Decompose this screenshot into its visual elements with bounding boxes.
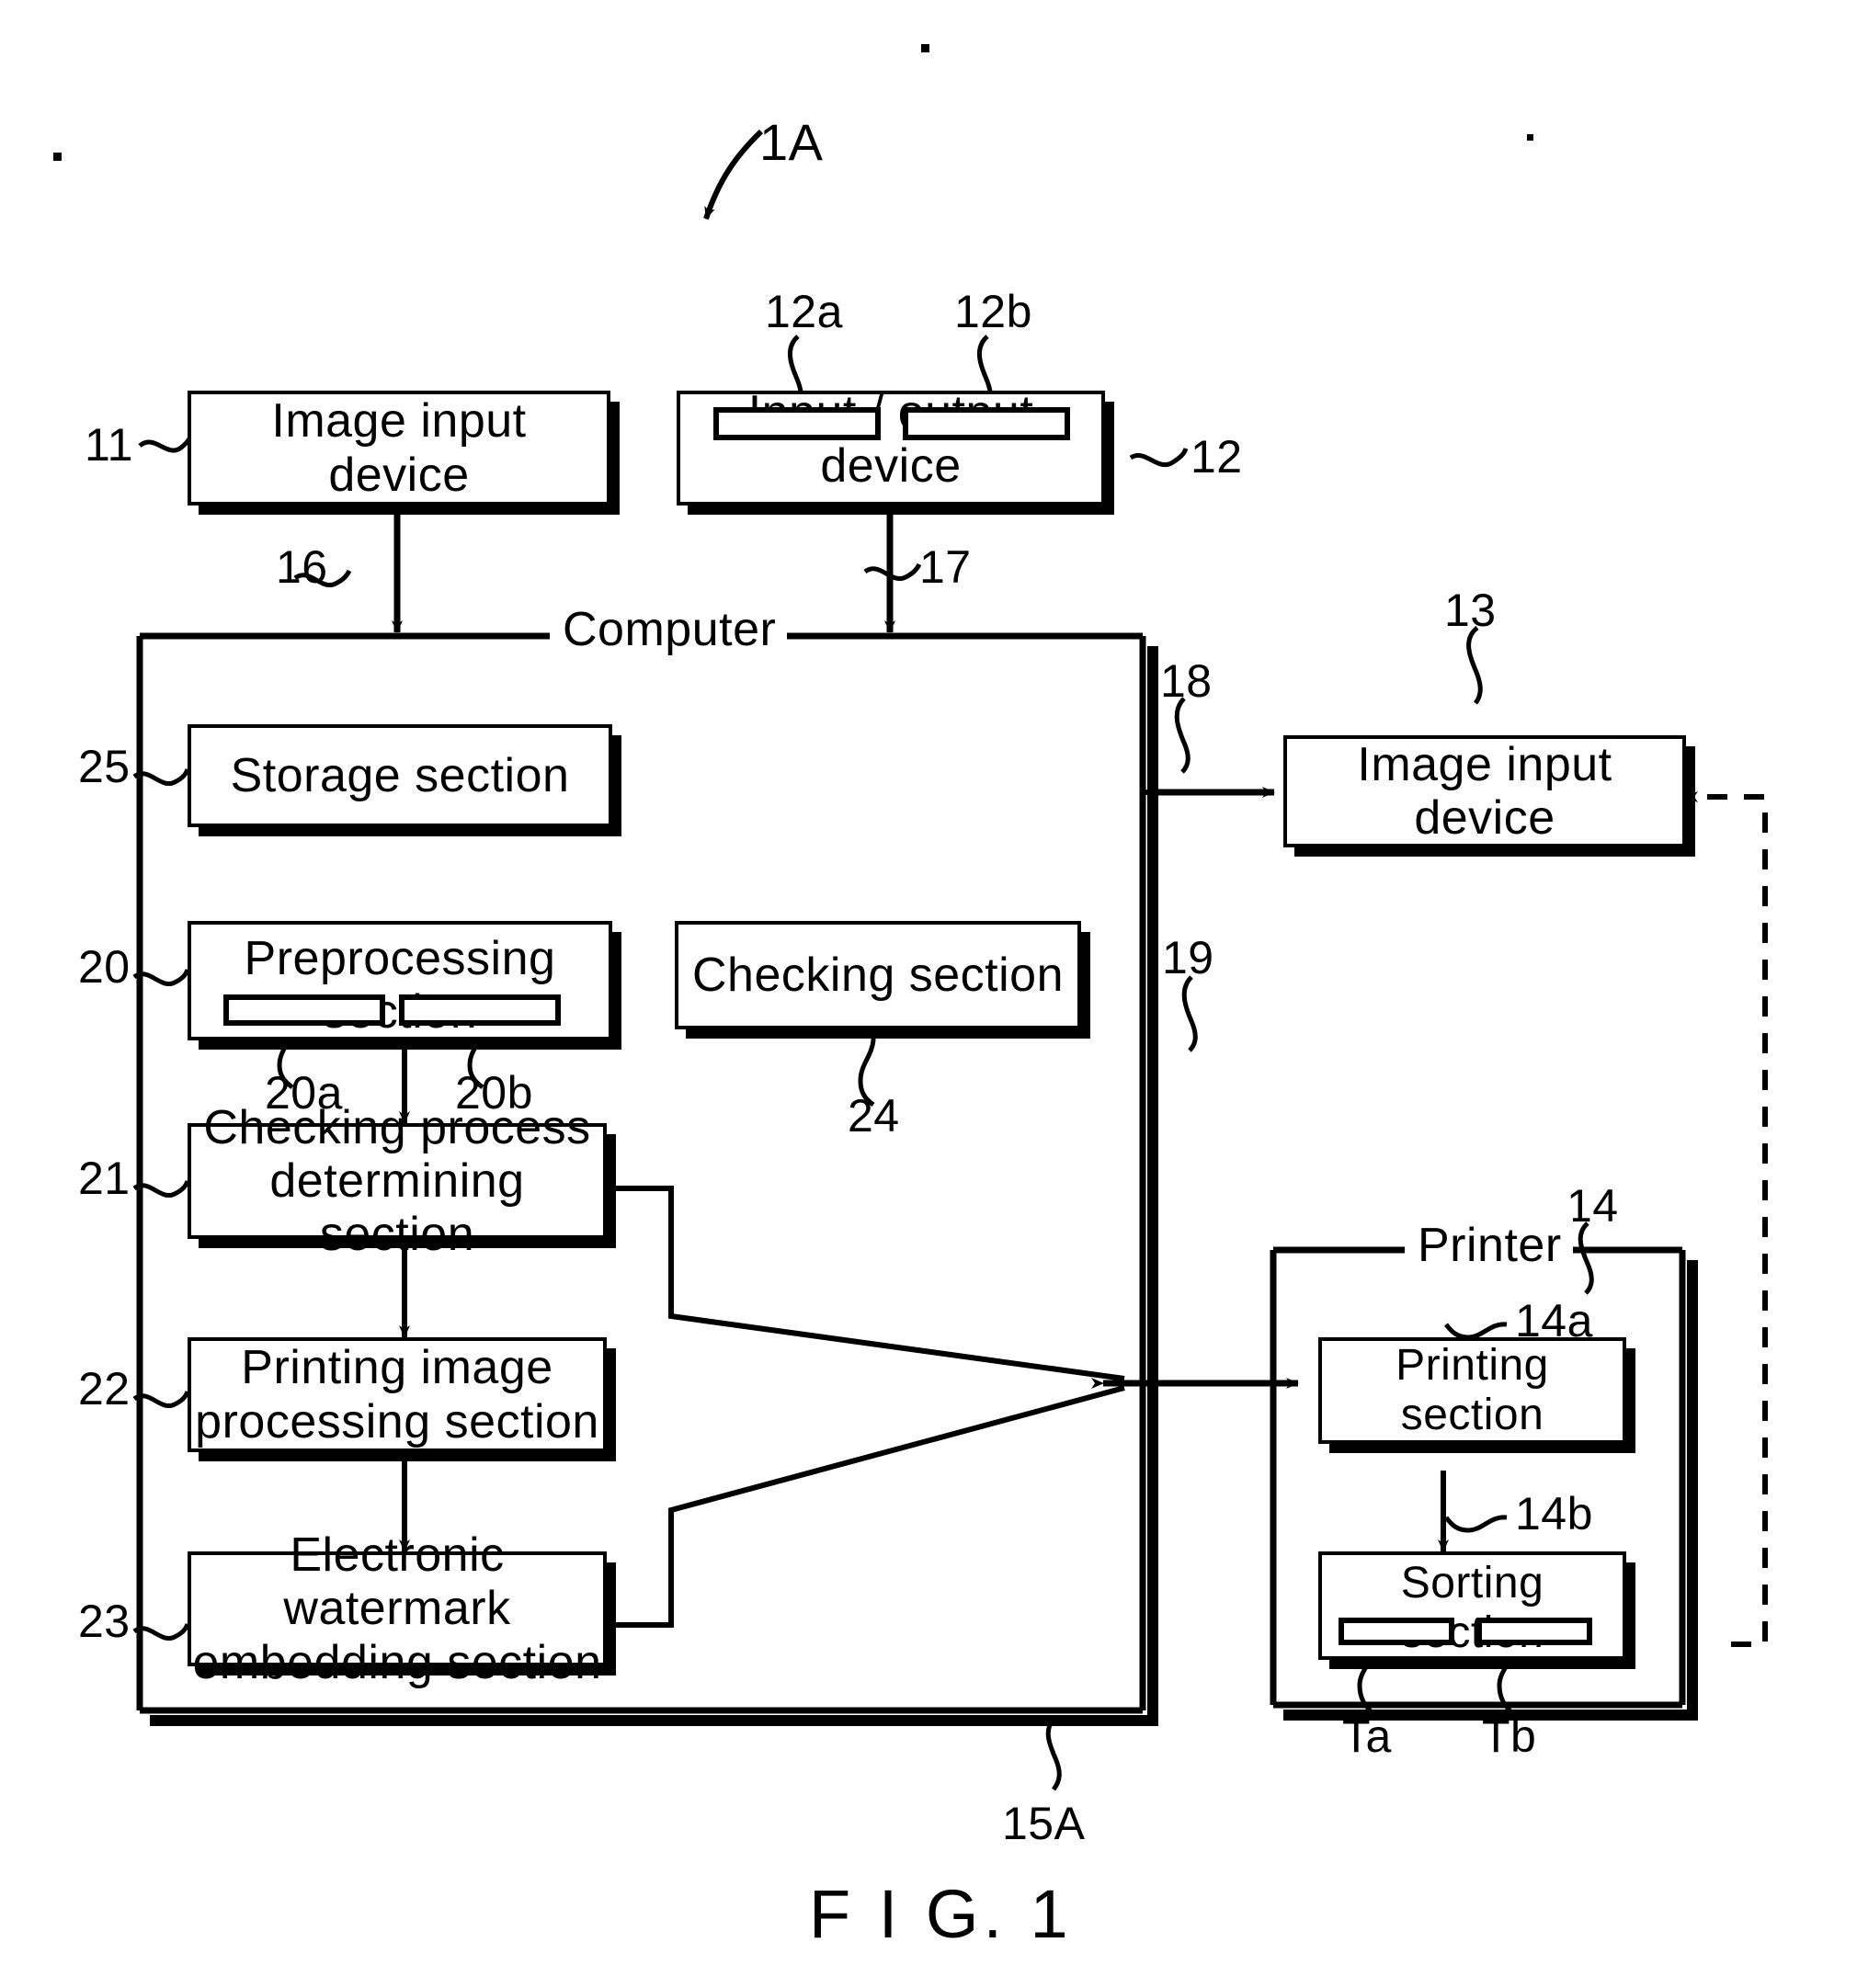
checking-section-label: Checking section xyxy=(692,948,1064,1002)
printing-image-processing-line2: processing section xyxy=(195,1394,599,1448)
scan-speck xyxy=(921,44,929,52)
printing-section-box[interactable]: Printing section xyxy=(1318,1337,1626,1444)
image-input-device-left-label: Image input device xyxy=(271,394,527,502)
image-input-device-right-label: Image input device xyxy=(1357,737,1612,845)
ref-22: 22 xyxy=(78,1363,131,1414)
ref-12b: 12b xyxy=(954,286,1032,337)
ref-14: 14 xyxy=(1566,1180,1619,1232)
storage-section-box[interactable]: Storage section xyxy=(188,724,612,827)
ref-Tb: Tb xyxy=(1482,1710,1537,1762)
ref-17: 17 xyxy=(919,541,972,593)
ref-18: 18 xyxy=(1160,655,1213,707)
ref-25: 25 xyxy=(78,741,131,792)
ref-16: 16 xyxy=(276,541,328,593)
ref-12a: 12a xyxy=(765,286,843,337)
figure-caption: F I G. 1 xyxy=(809,1876,1073,1952)
system-pointer-arrow xyxy=(703,129,764,220)
image-input-device-left-box[interactable]: Image input device xyxy=(188,391,610,506)
ref-11: 11 xyxy=(85,419,133,471)
printing-section-label: Printing section xyxy=(1396,1341,1549,1439)
storage-section-label: Storage section xyxy=(230,748,570,802)
ref-21: 21 xyxy=(78,1153,131,1204)
scan-speck xyxy=(1527,134,1533,141)
ref-23: 23 xyxy=(78,1596,131,1647)
checking-section-box[interactable]: Checking section xyxy=(675,921,1081,1029)
input-output-device-label: Input / output device xyxy=(747,385,1034,493)
patent-figure-canvas: 1A 12a 12b 11 12 16 17 13 18 25 20 20a 2… xyxy=(0,0,1857,1988)
io-port-b-slot[interactable] xyxy=(903,407,1070,440)
ref-19: 19 xyxy=(1162,932,1214,983)
electronic-watermark-embedding-line2: embedding section xyxy=(192,1635,602,1689)
electronic-watermark-embedding-line1: Electronic watermark xyxy=(283,1528,511,1636)
ref-15A: 15A xyxy=(1002,1798,1086,1849)
checking-process-determining-line1: Checking process xyxy=(203,1100,591,1154)
ref-Ta: Ta xyxy=(1342,1710,1392,1762)
image-input-device-right-box[interactable]: Image input device xyxy=(1283,735,1686,847)
printing-image-processing-section-box[interactable]: Printing image processing section xyxy=(188,1337,607,1452)
preprocessing-port-b-slot[interactable] xyxy=(399,994,561,1026)
ref-12: 12 xyxy=(1191,431,1243,483)
ref-13: 13 xyxy=(1444,585,1497,636)
ref-20: 20 xyxy=(78,941,131,993)
io-port-a-slot[interactable] xyxy=(713,407,881,440)
checking-process-determining-section-box[interactable]: Checking process determining section xyxy=(188,1101,607,1261)
electronic-watermark-embedding-section-box[interactable]: Electronic watermark embedding section xyxy=(188,1528,607,1689)
sorting-tray-b-slot[interactable] xyxy=(1476,1618,1592,1645)
checking-process-determining-line2: determining section xyxy=(269,1153,525,1262)
sorting-tray-a-slot[interactable] xyxy=(1339,1618,1454,1645)
link-feedback-dashed xyxy=(1685,791,1768,1647)
scan-speck xyxy=(53,153,62,161)
ref-1A: 1A xyxy=(759,113,824,171)
preprocessing-port-a-slot[interactable] xyxy=(223,994,385,1026)
printing-image-processing-line1: Printing image xyxy=(241,1341,553,1395)
